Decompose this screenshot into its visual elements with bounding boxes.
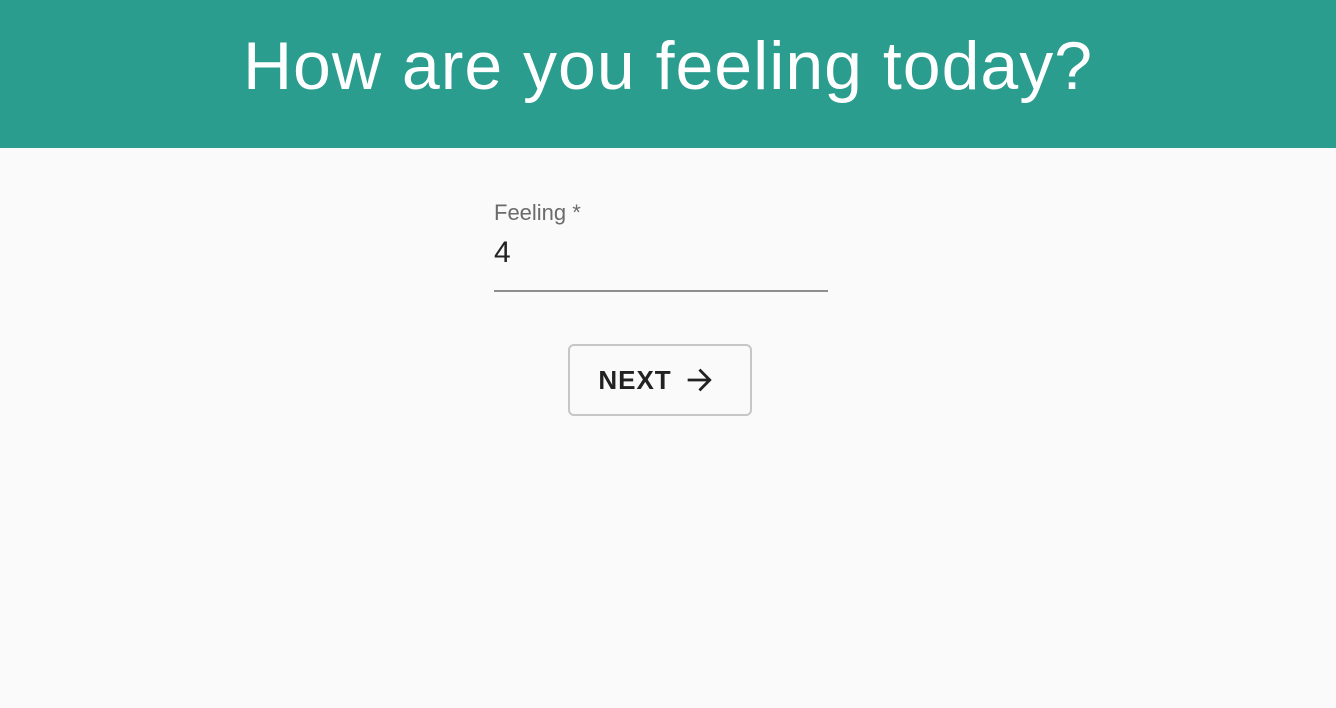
feeling-form: Feeling * (494, 198, 828, 292)
app-bar: How are you feeling today? (0, 0, 1336, 148)
arrow-right-icon (682, 363, 716, 397)
next-button-label: NEXT (598, 364, 672, 395)
feeling-input[interactable] (494, 228, 828, 292)
feeling-field-label: Feeling * (494, 200, 581, 225)
next-button[interactable]: NEXT (568, 344, 752, 416)
page-title: How are you feeling today? (242, 28, 1094, 104)
